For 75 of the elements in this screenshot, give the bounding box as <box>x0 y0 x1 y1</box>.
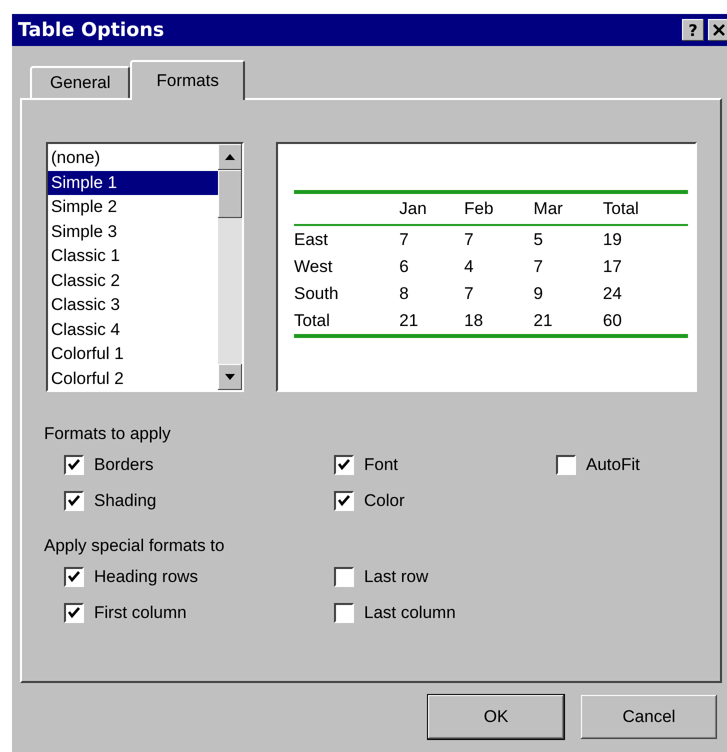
scroll-up-button[interactable] <box>218 144 242 170</box>
checkbox[interactable] <box>64 567 84 587</box>
list-item[interactable]: Colorful 2 <box>48 366 218 391</box>
table-cell: 19 <box>602 230 622 248</box>
up-arrow-icon <box>225 154 235 160</box>
list-item[interactable]: Simple 2 <box>48 195 218 220</box>
checkbox-label[interactable]: AutoFit <box>586 455 640 475</box>
checkbox-label[interactable]: First column <box>94 603 187 623</box>
scroll-thumb[interactable] <box>218 170 242 218</box>
checkbox[interactable] <box>334 455 354 475</box>
group-label: Apply special formats to <box>44 536 224 556</box>
list-item[interactable]: Classic 2 <box>48 268 218 293</box>
table-cell: 24 <box>602 284 622 302</box>
scrollbar[interactable] <box>218 144 242 390</box>
table-cell: 6 <box>399 256 409 276</box>
check-icon <box>66 493 82 509</box>
checkbox[interactable] <box>64 491 84 511</box>
close-button[interactable] <box>708 19 727 41</box>
list-item[interactable]: Classic 4 <box>48 318 218 342</box>
table-cell: 5 <box>534 230 544 248</box>
table-cell: South <box>294 284 338 302</box>
checkbox[interactable] <box>334 491 354 511</box>
table-cell: 8 <box>399 284 409 302</box>
check-icon <box>336 457 352 473</box>
table-cell: 7 <box>464 230 474 248</box>
column-header: Mar <box>534 199 563 218</box>
table-cell: 17 <box>602 256 622 276</box>
dialog-button[interactable]: Cancel <box>581 695 717 739</box>
list-item[interactable]: Simple 3 <box>48 220 218 244</box>
table-cell: 18 <box>464 310 484 330</box>
checkbox[interactable] <box>334 603 354 623</box>
scroll-down-button[interactable] <box>218 364 242 390</box>
checkbox[interactable] <box>556 455 576 475</box>
table-cell: West <box>294 256 332 276</box>
column-header: Feb <box>464 199 494 218</box>
window-title: Table Options <box>18 19 166 41</box>
list-item[interactable]: Simple 1 <box>48 170 218 195</box>
table-cell: 7 <box>399 230 409 248</box>
checkbox-label[interactable]: Heading rows <box>94 567 198 587</box>
check-icon <box>66 457 82 473</box>
table-cell: 21 <box>399 310 418 330</box>
dialog-button[interactable]: OK <box>428 695 564 739</box>
list-item[interactable]: Classic 3 <box>48 293 218 318</box>
table-cell: 7 <box>464 284 474 302</box>
checkbox-label[interactable]: Shading <box>94 491 156 511</box>
formats-list[interactable]: (none) Simple 1 Simple 2 Simple 3 Classic 1 Classic 2 Classic 3 Classic 4 Colorful 1 Colorful 2 <box>46 142 244 392</box>
tab[interactable]: Formats <box>130 60 245 100</box>
checkbox-label[interactable]: Font <box>364 455 398 475</box>
down-arrow-icon <box>225 374 235 380</box>
checkbox[interactable] <box>64 455 84 475</box>
table-cell: 21 <box>534 310 552 330</box>
table-cell: 60 <box>602 310 622 330</box>
checkbox-label[interactable]: Color <box>364 491 405 511</box>
column-header: Jan <box>399 199 427 218</box>
tab[interactable]: General <box>30 66 130 98</box>
table-cell: 4 <box>464 256 474 276</box>
group-label: Formats to apply <box>44 424 171 444</box>
checkbox-label[interactable]: Last row <box>364 567 428 587</box>
help-button[interactable]: ? <box>682 19 704 41</box>
table-cell: East <box>294 230 328 248</box>
table-cell: 7 <box>534 256 544 276</box>
checkbox[interactable] <box>334 567 354 587</box>
checkbox[interactable] <box>64 603 84 623</box>
list-item[interactable]: Colorful 1 <box>48 342 218 366</box>
close-icon <box>713 24 725 36</box>
check-icon <box>66 569 82 585</box>
table-cell: 9 <box>534 284 544 302</box>
checkbox-label[interactable]: Last column <box>364 603 456 623</box>
list-item[interactable]: Classic 1 <box>48 244 218 268</box>
check-icon <box>66 605 82 621</box>
table-cell: Total <box>294 310 330 330</box>
column-header: Total <box>602 199 639 218</box>
list-item[interactable]: (none) <box>48 146 218 170</box>
check-icon <box>336 493 352 509</box>
checkbox-label[interactable]: Borders <box>94 455 154 475</box>
